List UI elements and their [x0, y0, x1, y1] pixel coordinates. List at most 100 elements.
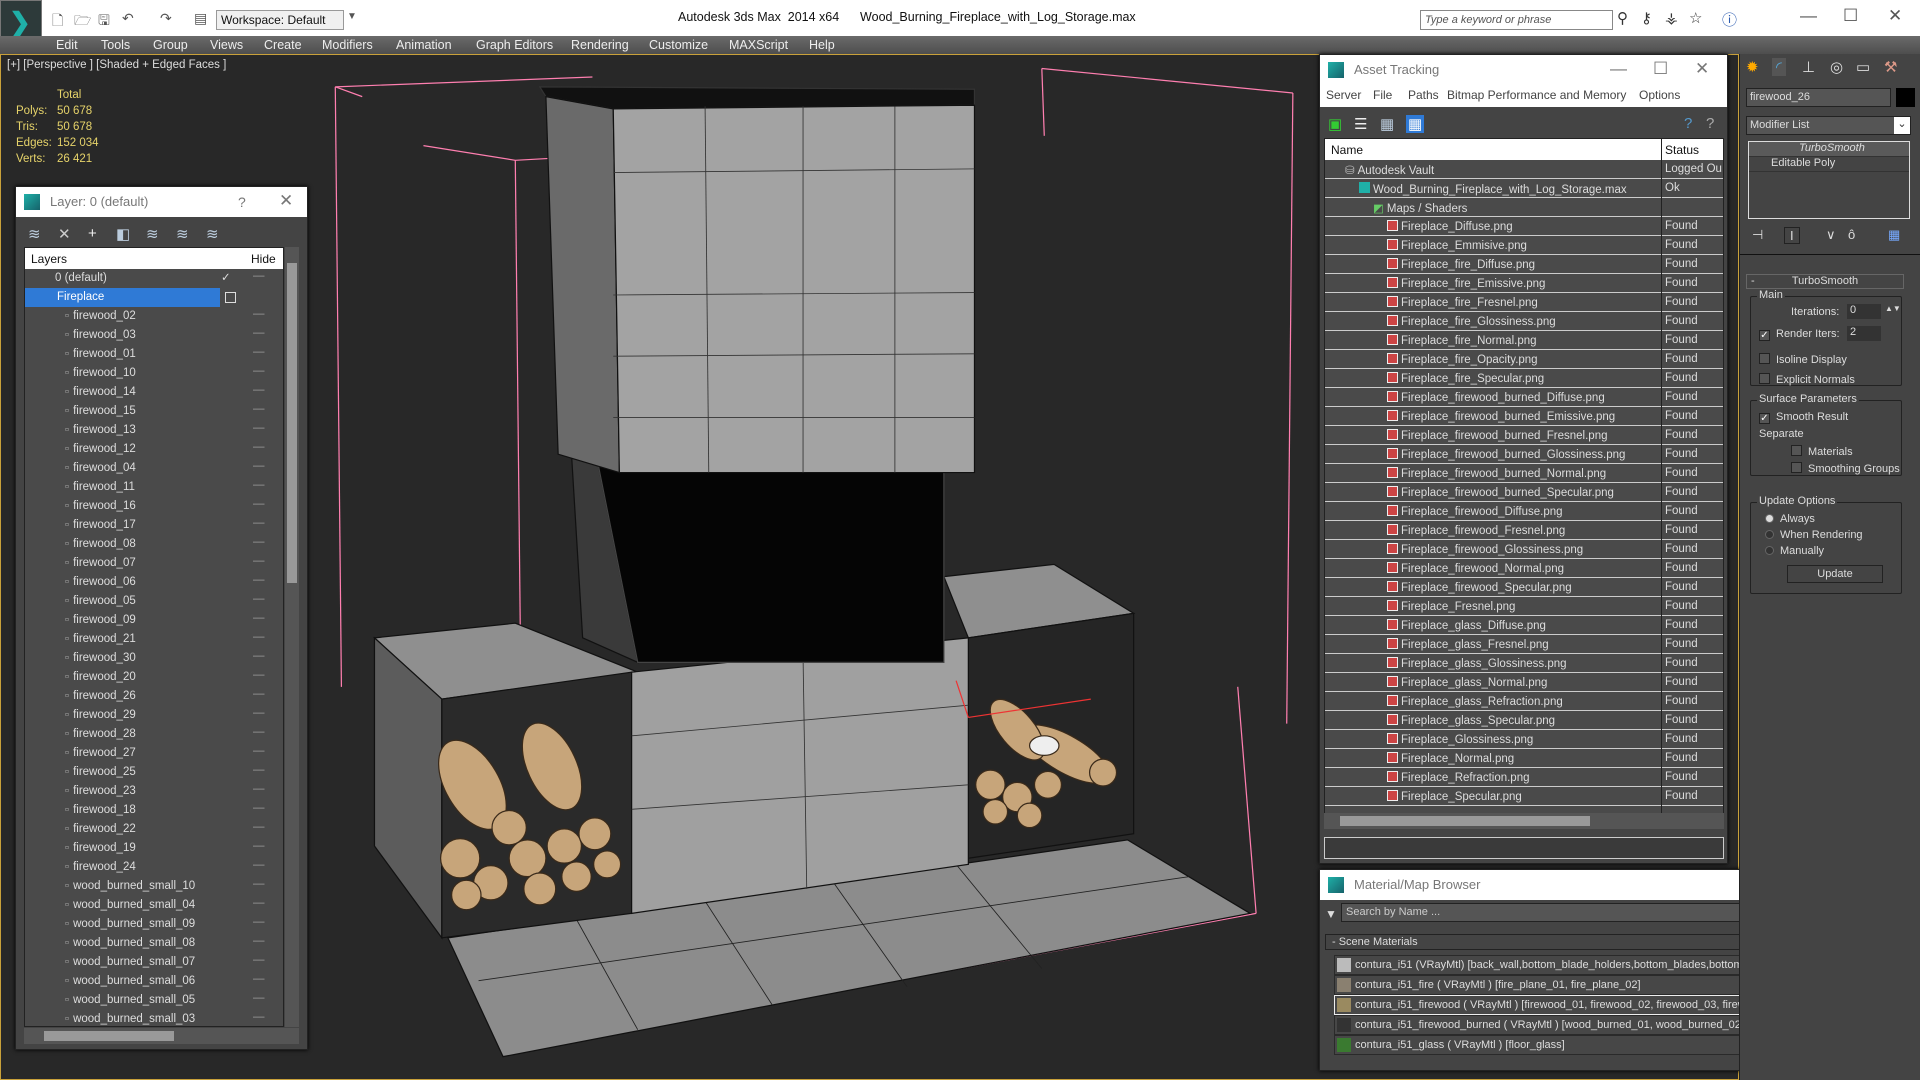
hide-toggle[interactable]: —: [253, 1011, 265, 1023]
spinner-arrows-icon[interactable]: ▲▼: [1885, 304, 1901, 313]
layer-object-row[interactable]: ▫ firewood_09 —: [25, 611, 280, 630]
satellite-icon[interactable]: ⚶: [1665, 9, 1678, 27]
asset-row-map[interactable]: Fireplace_firewood_Fresnel.png Found: [1325, 521, 1723, 540]
layer-object-row[interactable]: ▫ firewood_23 —: [25, 782, 280, 801]
menu-bitmap-performance[interactable]: Bitmap Performance and Memory: [1447, 88, 1626, 102]
maximize-button[interactable]: ☐: [1653, 59, 1668, 79]
modifier-list-dropdown[interactable]: Modifier List ⌄: [1746, 116, 1911, 135]
asset-row-map[interactable]: Fireplace_fire_Normal.png Found: [1325, 331, 1723, 350]
hide-toggle[interactable]: —: [253, 555, 265, 567]
layer-object-row[interactable]: ▫ firewood_15 —: [25, 402, 280, 421]
add-to-layer-icon[interactable]: +: [88, 225, 97, 242]
isoline-checkbox[interactable]: [1759, 353, 1770, 364]
motion-tab-icon[interactable]: ◎: [1830, 58, 1843, 76]
display-tab-icon[interactable]: ▭: [1856, 58, 1870, 76]
chevron-down-icon[interactable]: ▼: [347, 11, 357, 22]
column-layers[interactable]: Layers: [31, 252, 67, 266]
layer-object-row[interactable]: ▫ firewood_05 —: [25, 592, 280, 611]
help-button[interactable]: ?: [238, 194, 246, 210]
hide-toggle[interactable]: —: [253, 783, 265, 795]
layer-object-row[interactable]: ▫ wood_burned_small_10 —: [25, 877, 280, 896]
hide-toggle[interactable]: —: [253, 688, 265, 700]
layer-object-row[interactable]: ▫ firewood_26 —: [25, 687, 280, 706]
hide-toggle[interactable]: —: [253, 745, 265, 757]
help-icon[interactable]: ⓘ: [1722, 9, 1737, 30]
hide-toggle[interactable]: —: [253, 574, 265, 586]
menu-tools[interactable]: Tools: [101, 38, 130, 52]
hide-toggle[interactable]: —: [253, 403, 265, 415]
menu-edit[interactable]: Edit: [56, 38, 78, 52]
asset-row-map[interactable]: Fireplace_Specular.png Found: [1325, 787, 1723, 806]
hide-toggle[interactable]: —: [253, 973, 265, 985]
list-view-icon[interactable]: ☰: [1354, 115, 1367, 133]
asset-row-map[interactable]: Fireplace_glass_Normal.png Found: [1325, 673, 1723, 692]
asset-row-map[interactable]: Fireplace_fire_Opacity.png Found: [1325, 350, 1723, 369]
layer-object-row[interactable]: ▫ wood_burned_small_07 —: [25, 953, 280, 972]
menu-customize[interactable]: Customize: [649, 38, 708, 52]
layer-object-row[interactable]: ▫ firewood_29 —: [25, 706, 280, 725]
asset-row-map[interactable]: Fireplace_fire_Emissive.png Found: [1325, 274, 1723, 293]
menu-create[interactable]: Create: [264, 38, 302, 52]
layer-object-row[interactable]: ▫ firewood_17 —: [25, 516, 280, 535]
asset-path-field[interactable]: [1324, 837, 1724, 859]
hide-toggle[interactable]: —: [253, 422, 265, 434]
layer-object-row[interactable]: ▫ wood_burned_small_09 —: [25, 915, 280, 934]
hide-toggle[interactable]: —: [253, 441, 265, 453]
column-hide[interactable]: Hide: [251, 252, 276, 266]
hide-toggle[interactable]: —: [253, 840, 265, 852]
hierarchy-tab-icon[interactable]: ⊥: [1802, 58, 1815, 76]
show-end-result-icon[interactable]: I: [1784, 227, 1800, 244]
menu-options[interactable]: Options: [1639, 88, 1680, 102]
layer-object-row[interactable]: ▫ firewood_16 —: [25, 497, 280, 516]
menu-modifiers[interactable]: Modifiers: [322, 38, 373, 52]
asset-row-max-file[interactable]: Wood_Burning_Fireplace_with_Log_Storage.…: [1325, 179, 1723, 198]
manually-radio[interactable]: [1765, 546, 1774, 555]
asset-row-map[interactable]: Fireplace_firewood_burned_Normal.png Foun…: [1325, 464, 1723, 483]
layer-object-row[interactable]: ▫ firewood_10 —: [25, 364, 280, 383]
hide-toggle[interactable]: —: [253, 327, 265, 339]
keyword-search-input[interactable]: Type a keyword or phrase: [1420, 10, 1613, 30]
layer-object-row[interactable]: ▫ firewood_13 —: [25, 421, 280, 440]
asset-row-map[interactable]: Fireplace_fire_Specular.png Found: [1325, 369, 1723, 388]
layer-object-row[interactable]: ▫ wood_burned_small_03 —: [25, 1010, 280, 1026]
asset-row-map[interactable]: Fireplace_firewood_burned_Glossiness.png…: [1325, 445, 1723, 464]
hide-toggle[interactable]: —: [253, 517, 265, 529]
hide-toggle[interactable]: —: [253, 593, 265, 605]
asset-row-map[interactable]: Fireplace_Fresnel.png Found: [1325, 597, 1723, 616]
layer-object-row[interactable]: ▫ firewood_22 —: [25, 820, 280, 839]
new-file-icon[interactable]: 🗋: [52, 10, 63, 34]
layer-object-row[interactable]: ▫ firewood_14 —: [25, 383, 280, 402]
hide-toggle[interactable]: —: [253, 821, 265, 833]
star-icon[interactable]: ☆: [1689, 9, 1702, 27]
pin-stack-icon[interactable]: ⊣: [1752, 227, 1763, 243]
hide-toggle[interactable]: —: [253, 764, 265, 776]
asset-row-map[interactable]: Fireplace_glass_Refraction.png Found: [1325, 692, 1723, 711]
object-name-field[interactable]: firewood_26: [1746, 88, 1891, 107]
help-icon[interactable]: ?: [1684, 115, 1692, 132]
layer-object-row[interactable]: ▫ firewood_30 —: [25, 649, 280, 668]
menu-group[interactable]: Group: [153, 38, 188, 52]
layer-object-row[interactable]: ▫ firewood_27 —: [25, 744, 280, 763]
asset-row-map[interactable]: Fireplace_Glossiness.png Found: [1325, 730, 1723, 749]
close-button[interactable]: ✕: [1888, 6, 1902, 26]
hide-toggle[interactable]: —: [253, 479, 265, 491]
hide-toggle[interactable]: —: [253, 669, 265, 681]
asset-row-maps-group[interactable]: ◩ Maps / Shaders: [1325, 198, 1723, 217]
hide-toggle[interactable]: —: [253, 935, 265, 947]
hide-toggle[interactable]: —: [253, 897, 265, 909]
viewport-label[interactable]: [+] [Perspective ] [Shaded + Edged Faces…: [7, 59, 226, 71]
hide-toggle[interactable]: —: [253, 536, 265, 548]
layer-object-row[interactable]: ▫ firewood_20 —: [25, 668, 280, 687]
asset-hscrollbar[interactable]: [1324, 813, 1724, 829]
layer-window-titlebar[interactable]: Layer: 0 (default) ? ✕: [16, 187, 307, 217]
layer-row-default[interactable]: 0 (default) ✓ —: [25, 269, 280, 288]
minimize-button[interactable]: —: [1610, 59, 1627, 79]
stack-item-turbosmooth[interactable]: TurboSmooth: [1749, 142, 1909, 157]
menu-graph-editors[interactable]: Graph Editors: [476, 38, 553, 52]
layer-object-row[interactable]: ▫ firewood_06 —: [25, 573, 280, 592]
smoothing-groups-checkbox[interactable]: [1791, 462, 1802, 473]
asset-row-map[interactable]: Fireplace_fire_Glossiness.png Found: [1325, 312, 1723, 331]
asset-row-map[interactable]: Fireplace_firewood_burned_Specular.png Fo…: [1325, 483, 1723, 502]
create-layer-icon[interactable]: ≋: [28, 225, 41, 243]
layer-object-row[interactable]: ▫ wood_burned_small_08 —: [25, 934, 280, 953]
